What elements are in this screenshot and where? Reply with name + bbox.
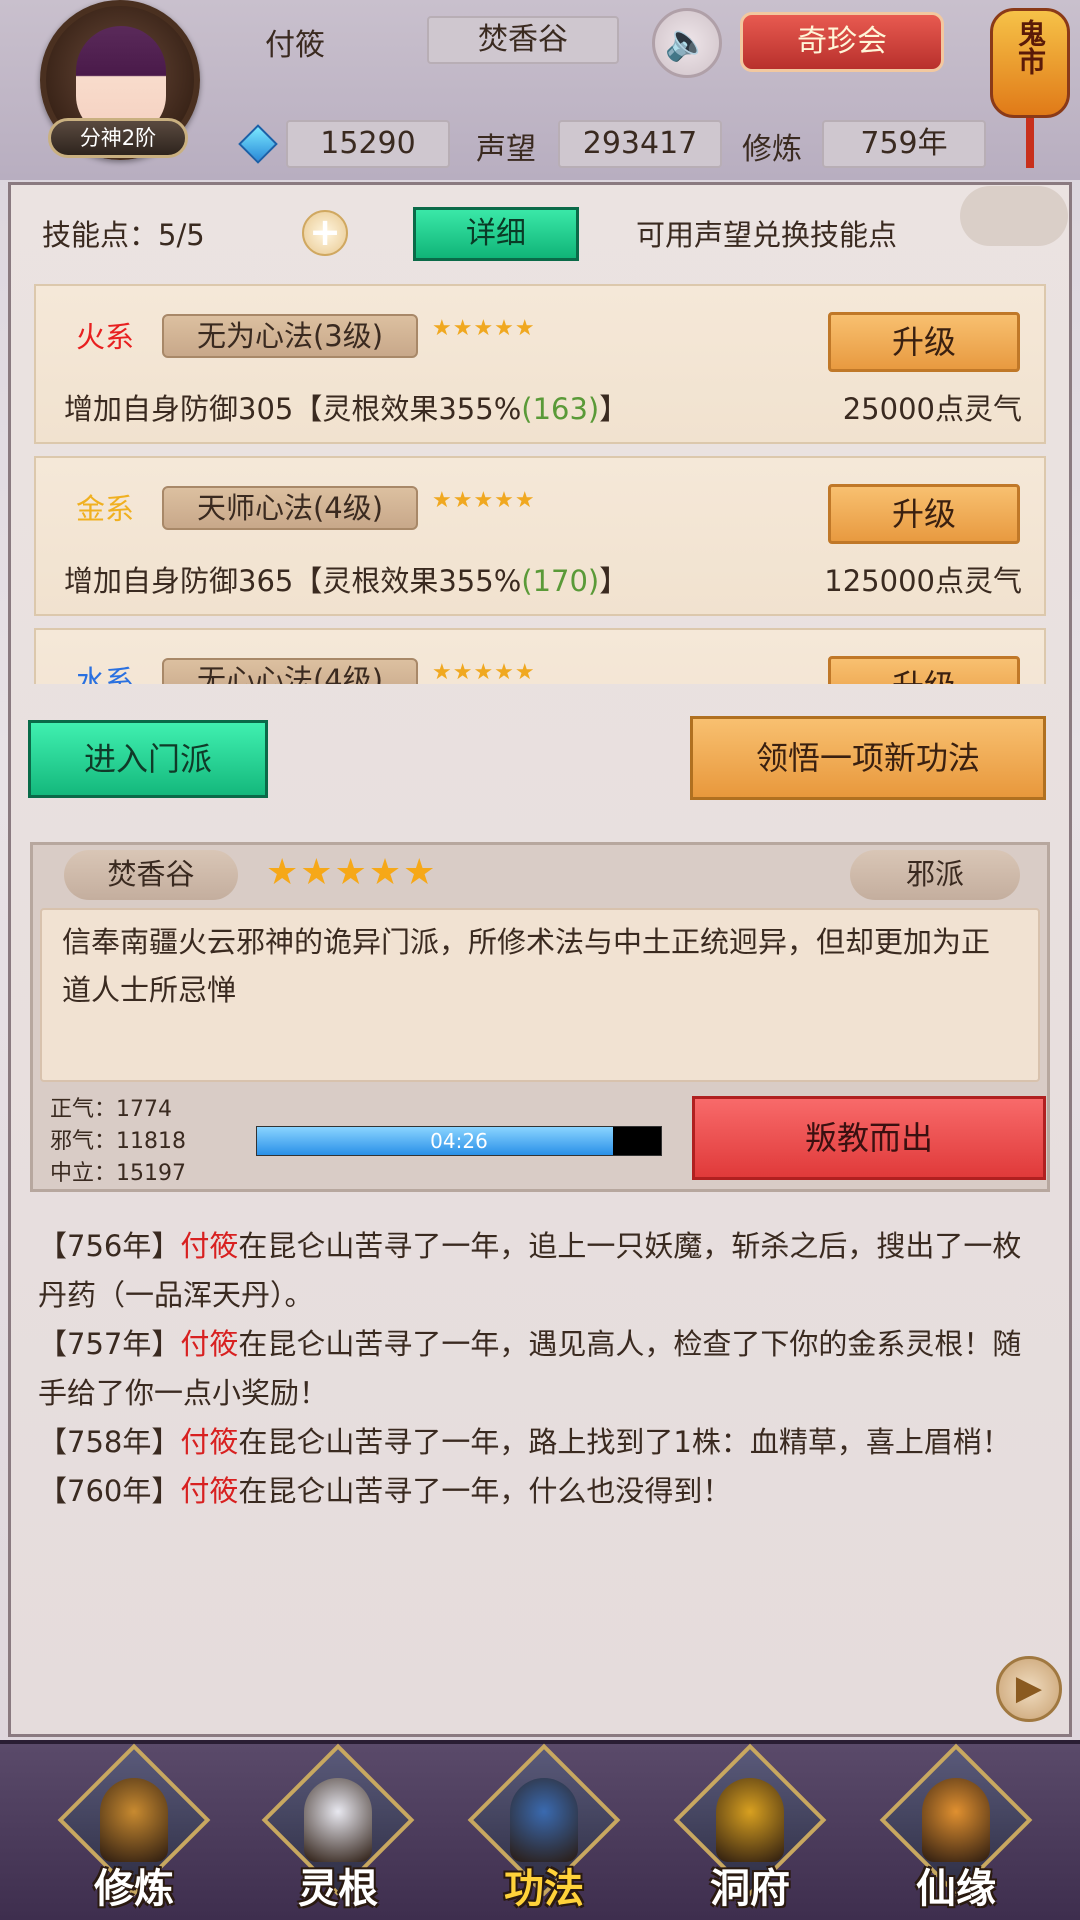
- skill-desc-text: 增加自身防御365【灵根效果355%: [64, 564, 522, 598]
- skill-name: 无为心法(3级): [162, 314, 418, 358]
- event-log: 【756年】付筱在昆仑山苦寻了一年，追上一只妖魔，斩杀之后，搜出了一枚丹药（一品…: [38, 1222, 1048, 1516]
- upgrade-button[interactable]: 升级: [828, 312, 1020, 372]
- log-entry: 【760年】付筱在昆仑山苦寻了一年，什么也没得到！: [38, 1474, 732, 1508]
- nav-techniques[interactable]: 功法: [464, 1743, 624, 1916]
- cloud-decoration: [960, 186, 1068, 246]
- sect-description: 信奉南疆火云邪神的诡异门派，所修术法与中土正统迥异，但却更加为正道人士所忌惮: [40, 908, 1040, 1082]
- yin-yang-sword-icon: [304, 1778, 372, 1862]
- nav-immortal-fate[interactable]: 仙缘: [876, 1743, 1036, 1916]
- player-name: 付筱: [265, 28, 325, 63]
- timer-progress-bar: 04:26: [256, 1126, 662, 1156]
- nav-label: 仙缘: [916, 1866, 996, 1912]
- skill-name: 天师心法(4级): [162, 486, 418, 530]
- skill-desc-bonus: (163): [521, 392, 600, 426]
- prestige-value: 293417: [558, 120, 722, 168]
- book-icon: [510, 1778, 578, 1862]
- log-entry: 【758年】付筱在昆仑山苦寻了一年，路上找到了1株：血精草，喜上眉梢！: [38, 1425, 1011, 1459]
- skill-description: 增加自身防御305【灵根效果355%(163)】: [64, 386, 628, 428]
- skill-card: 水系 无心心法(4级) ★★★★★ 升级: [34, 628, 1046, 684]
- gourd-icon: [922, 1778, 990, 1862]
- upgrade-button[interactable]: 升级: [828, 656, 1020, 684]
- skill-stars: ★★★★★: [432, 488, 536, 513]
- monk-icon: [100, 1778, 168, 1862]
- nav-cultivate[interactable]: 修炼: [54, 1743, 214, 1916]
- sect-alignment-tab: 邪派: [850, 850, 1020, 900]
- upgrade-button[interactable]: 升级: [828, 484, 1020, 544]
- skill-desc-bonus: (170): [521, 564, 600, 598]
- alignment-stats: 正气：1774 邪气：11818 中立：15197: [50, 1094, 186, 1190]
- sect-name-tab: 焚香谷: [64, 850, 238, 900]
- nav-label: 功法: [504, 1866, 584, 1912]
- detail-button[interactable]: 详细: [413, 207, 579, 261]
- skill-element: 水系: [76, 664, 135, 684]
- add-skill-point-button[interactable]: +: [302, 210, 348, 256]
- exchange-tip: 可用声望兑换技能点: [636, 218, 898, 252]
- skill-name: 无心心法(4级): [162, 658, 418, 684]
- join-sect-button[interactable]: 进入门派: [28, 720, 268, 798]
- learn-new-technique-button[interactable]: 领悟一项新功法: [690, 716, 1046, 800]
- timer-text: 04:26: [430, 1129, 488, 1153]
- cultivation-label: 修炼: [742, 132, 802, 167]
- skill-cost: 125000点灵气: [824, 564, 1022, 598]
- header-sect-name: 焚香谷: [427, 16, 619, 64]
- pagoda-icon: [716, 1778, 784, 1862]
- cultivation-years: 759年: [822, 120, 986, 168]
- nav-cave-dwelling[interactable]: 洞府: [670, 1743, 830, 1916]
- rank-badge: 分神2阶: [48, 118, 188, 158]
- skill-description: 增加自身防御365【灵根效果355%(170)】: [64, 558, 628, 600]
- betray-sect-button[interactable]: 叛教而出: [692, 1096, 1046, 1180]
- skill-points: 技能点：5/5: [42, 218, 205, 252]
- nav-label: 灵根: [298, 1866, 378, 1912]
- nav-label: 修炼: [94, 1866, 174, 1912]
- skill-desc-end: 】: [599, 564, 629, 598]
- ghost-market-label: 鬼市: [1014, 19, 1047, 75]
- nav-spirit-root[interactable]: 灵根: [258, 1743, 418, 1916]
- skill-element: 金系: [76, 492, 135, 526]
- nav-label: 洞府: [710, 1866, 790, 1912]
- neutral-value: 中立：15197: [50, 1161, 186, 1186]
- skill-card: 火系 无为心法(3级) ★★★★★ 升级 增加自身防御305【灵根效果355%(…: [34, 284, 1046, 444]
- skill-stars: ★★★★★: [432, 316, 536, 341]
- skill-list[interactable]: 火系 无为心法(3级) ★★★★★ 升级 增加自身防御305【灵根效果355%(…: [30, 284, 1050, 684]
- log-entry: 【756年】付筱在昆仑山苦寻了一年，追上一只妖魔，斩杀之后，搜出了一枚丹药（一品…: [38, 1229, 1022, 1312]
- skill-card: 金系 天师心法(4级) ★★★★★ 升级 增加自身防御365【灵根效果355%(…: [34, 456, 1046, 616]
- skill-stars: ★★★★★: [432, 660, 536, 684]
- righteous-value: 正气：1774: [50, 1097, 172, 1122]
- next-arrow-icon[interactable]: ▶: [996, 1656, 1062, 1722]
- prestige-label: 声望: [476, 132, 536, 167]
- skill-desc-end: 】: [599, 392, 629, 426]
- gem-count: 15290: [286, 120, 450, 168]
- skill-desc-text: 增加自身防御305【灵根效果355%: [64, 392, 522, 426]
- skill-cost: 25000点灵气: [842, 392, 1022, 426]
- ghost-market-lantern-button[interactable]: 鬼市: [990, 8, 1070, 118]
- treasure-fair-button[interactable]: 奇珍会: [740, 12, 944, 72]
- sect-rating-stars: ★★★★★: [266, 852, 438, 893]
- speaker-icon[interactable]: 🔈: [652, 8, 722, 78]
- log-entry: 【757年】付筱在昆仑山苦寻了一年，遇见高人，检查了下你的金系灵根！随手给了你一…: [38, 1327, 1022, 1410]
- skill-element: 火系: [76, 320, 135, 354]
- evil-value: 邪气：11818: [50, 1129, 186, 1154]
- lantern-tassel: [1026, 118, 1034, 168]
